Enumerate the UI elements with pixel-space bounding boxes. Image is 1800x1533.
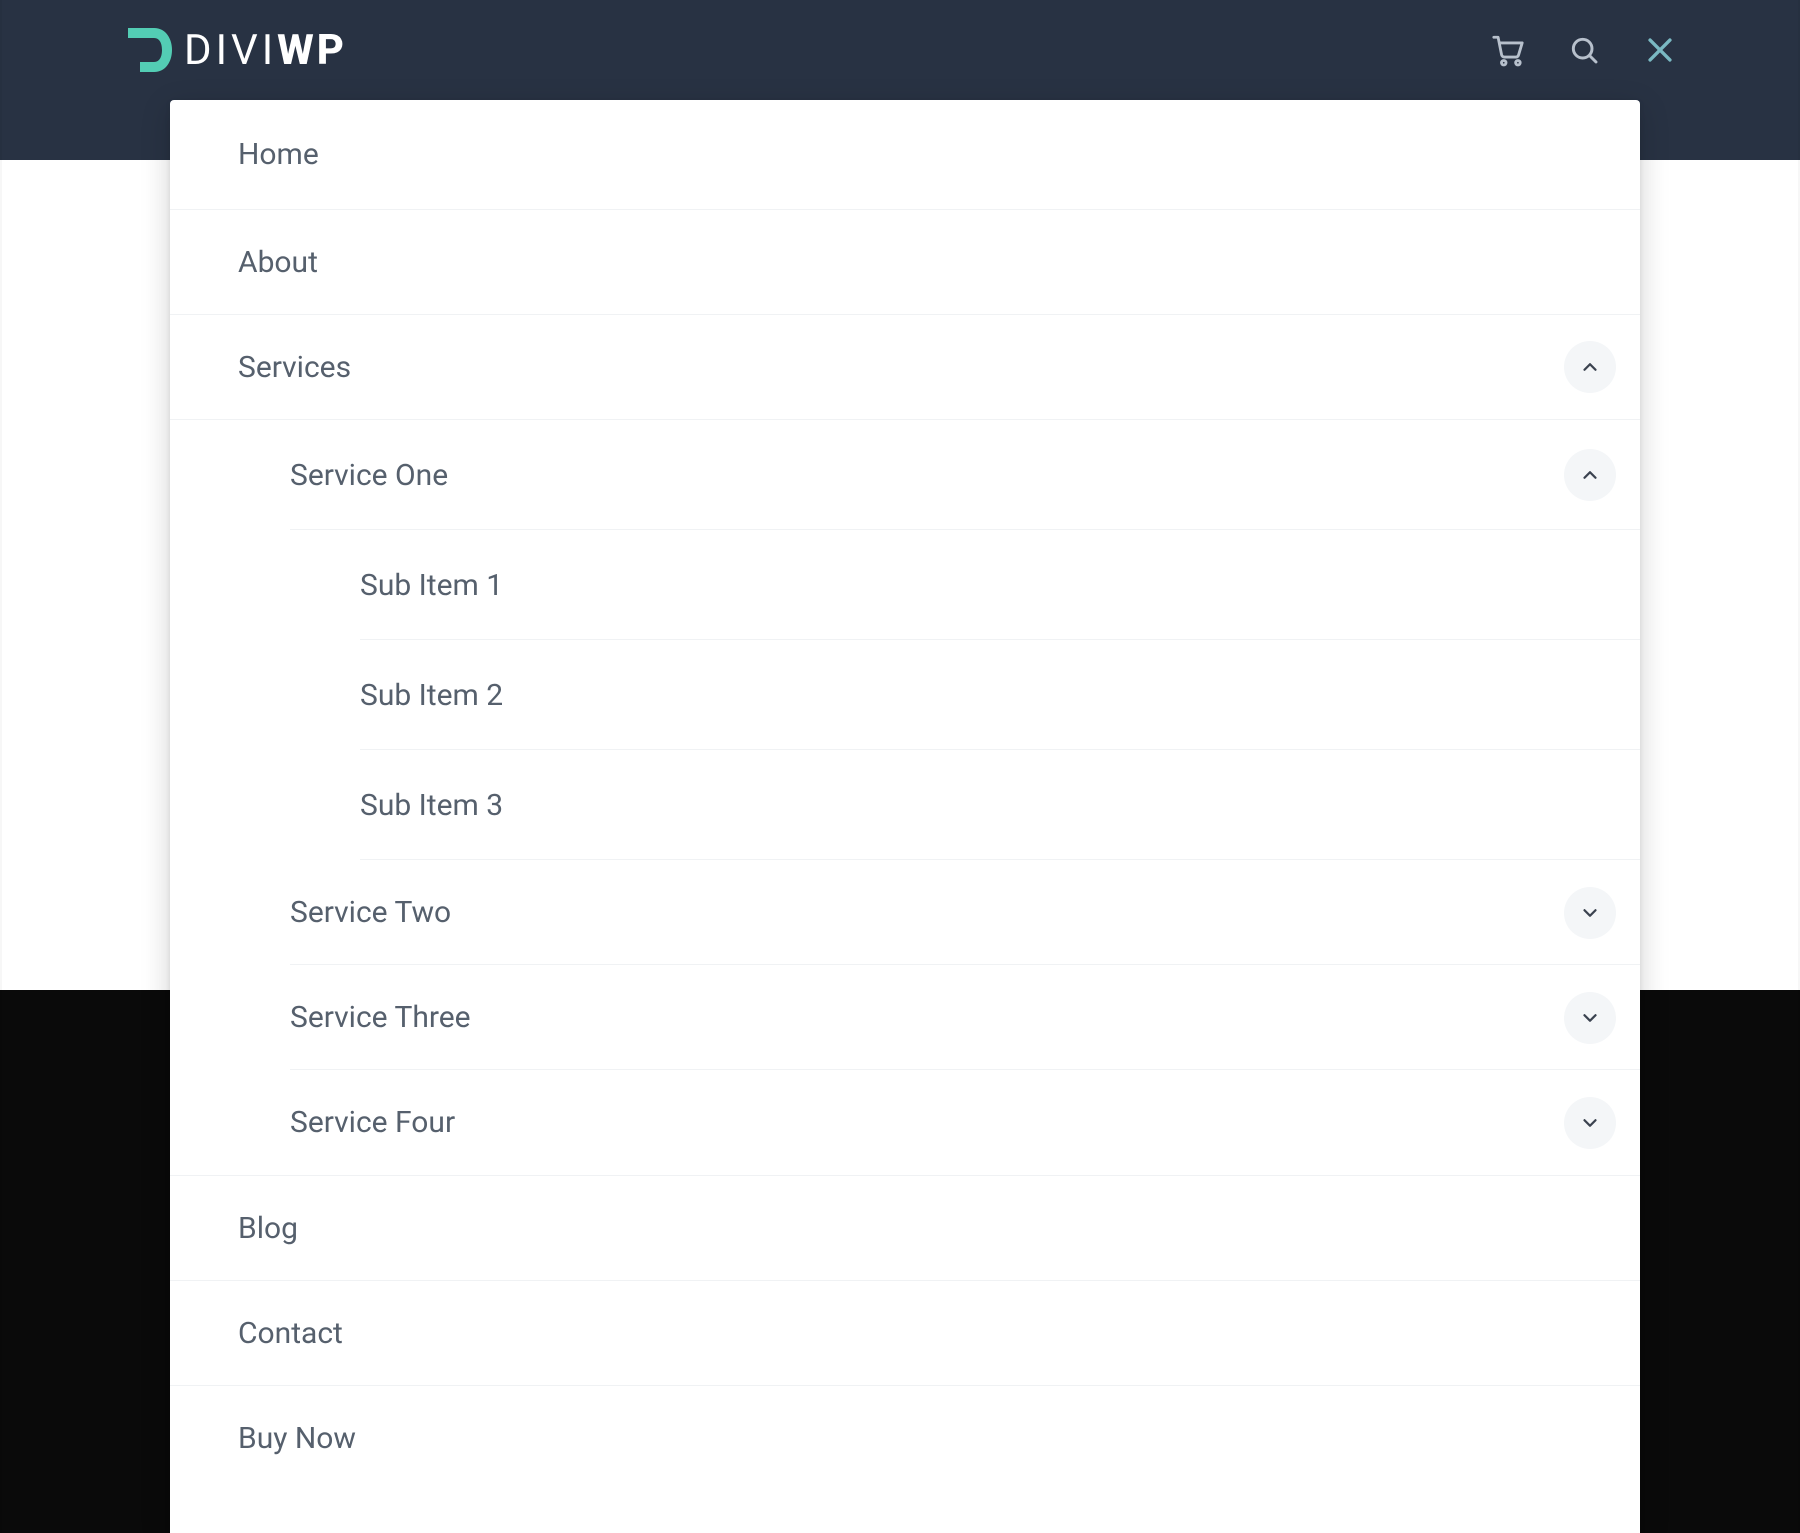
close-icon[interactable] (1640, 30, 1680, 70)
menu-item-label: Home (170, 137, 319, 172)
menu-item-contact[interactable]: Contact (170, 1281, 1640, 1386)
submenu-services: Service One Sub Item 1 (170, 420, 1640, 1176)
menu-item-label: Sub Item 3 (170, 788, 503, 823)
search-icon[interactable] (1564, 30, 1604, 70)
menu-item-label: Services (170, 350, 351, 385)
menu-item-label: Service Four (170, 1105, 455, 1140)
menu-item-label: About (170, 245, 318, 280)
menu-item-label: Service Three (170, 1000, 471, 1035)
logo-text: DIVIWP (184, 26, 347, 75)
top-bar-icons (1488, 30, 1680, 70)
menu-list: Home About Services Service One (170, 100, 1640, 1491)
logo-mark-icon (120, 22, 176, 78)
site-logo[interactable]: DIVIWP (120, 22, 347, 78)
menu-item-service-four[interactable]: Service Four (170, 1070, 1640, 1175)
menu-item-about[interactable]: About (170, 210, 1640, 315)
menu-item-label: Sub Item 2 (170, 678, 503, 713)
menu-item-label: Service Two (170, 895, 451, 930)
submenu-service-one: Sub Item 1 Sub Item 2 Sub Item 3 (170, 530, 1640, 860)
main-menu-panel: Home About Services Service One (170, 100, 1640, 1533)
menu-item-label: Buy Now (170, 1421, 356, 1456)
chevron-down-icon[interactable] (1564, 1097, 1616, 1149)
menu-item-buy-now[interactable]: Buy Now (170, 1386, 1640, 1491)
chevron-down-icon[interactable] (1564, 887, 1616, 939)
menu-item-sub-item-2[interactable]: Sub Item 2 (170, 640, 1640, 750)
cart-icon[interactable] (1488, 30, 1528, 70)
menu-item-label: Sub Item 1 (170, 568, 503, 603)
menu-item-service-two[interactable]: Service Two (170, 860, 1640, 965)
menu-item-label: Contact (170, 1316, 343, 1351)
menu-item-service-three[interactable]: Service Three (170, 965, 1640, 1070)
menu-item-blog[interactable]: Blog (170, 1176, 1640, 1281)
menu-item-label: Service One (170, 458, 448, 493)
menu-item-sub-item-3[interactable]: Sub Item 3 (170, 750, 1640, 860)
frame-edge-left (0, 0, 2, 1533)
menu-item-service-one[interactable]: Service One (170, 420, 1640, 530)
chevron-up-icon[interactable] (1564, 341, 1616, 393)
menu-item-services[interactable]: Services (170, 315, 1640, 420)
logo-text-part1: DIVI (184, 26, 277, 75)
logo-text-part2: WP (277, 26, 347, 75)
chevron-up-icon[interactable] (1564, 449, 1616, 501)
top-bar: DIVIWP (0, 0, 1800, 100)
chevron-down-icon[interactable] (1564, 992, 1616, 1044)
menu-item-label: Blog (170, 1211, 298, 1246)
menu-item-sub-item-1[interactable]: Sub Item 1 (170, 530, 1640, 640)
menu-item-home[interactable]: Home (170, 100, 1640, 210)
